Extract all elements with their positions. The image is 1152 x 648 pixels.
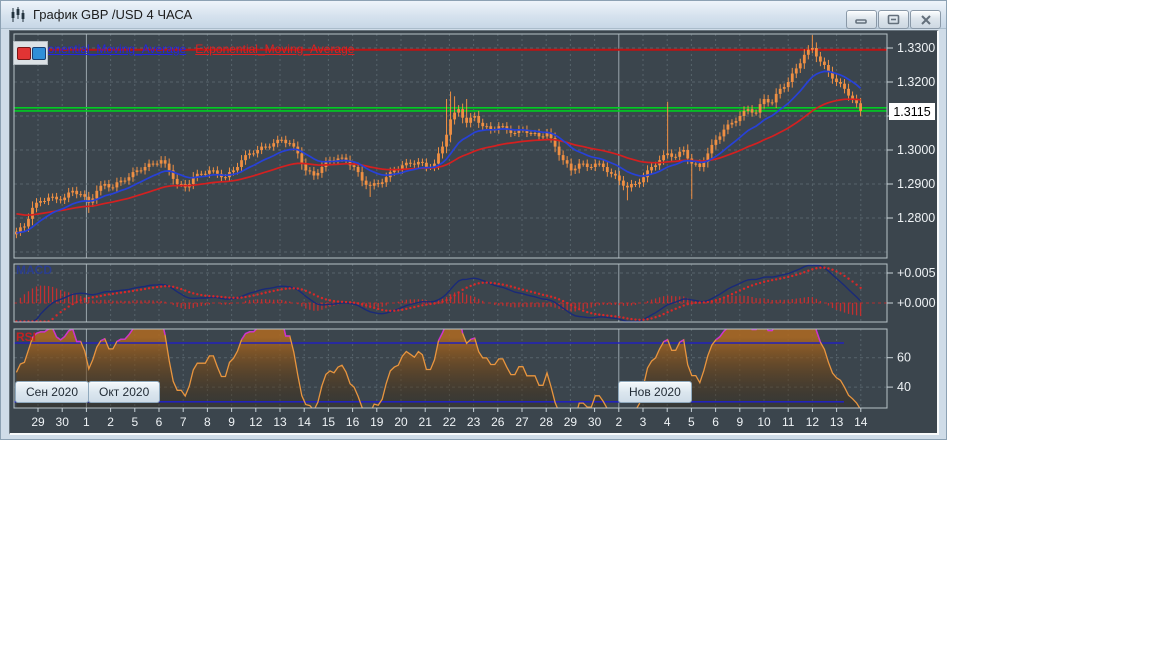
svg-text:1.3300: 1.3300	[897, 41, 935, 55]
svg-text:14: 14	[854, 415, 868, 429]
red-swatch-icon[interactable]	[17, 47, 31, 60]
svg-text:5: 5	[131, 415, 138, 429]
svg-text:13: 13	[830, 415, 844, 429]
svg-text:29: 29	[564, 415, 578, 429]
svg-text:4: 4	[664, 415, 671, 429]
svg-text:40: 40	[897, 380, 911, 394]
candlestick-chart-icon	[9, 6, 27, 24]
svg-text:14: 14	[298, 415, 312, 429]
svg-text:9: 9	[228, 415, 235, 429]
macd-panel-label: MACD	[16, 263, 52, 277]
maximize-button[interactable]	[878, 10, 909, 29]
chart-canvas[interactable]: 1.33001.32001.31001.30001.29001.2800+0.0…	[9, 30, 939, 435]
svg-text:1.3200: 1.3200	[897, 75, 935, 89]
month-button-sep-2020[interactable]: Сен 2020	[15, 381, 89, 403]
rsi-panel-label: RSI	[16, 330, 36, 344]
desktop: График GBP /USD 4 ЧАСА 1.33001.32001.310…	[0, 0, 1152, 648]
svg-text:+0.005: +0.005	[897, 266, 936, 280]
svg-text:9: 9	[736, 415, 743, 429]
candles-layer	[15, 35, 862, 238]
svg-text:1.2900: 1.2900	[897, 177, 935, 191]
svg-text:12: 12	[249, 415, 263, 429]
svg-text:15: 15	[322, 415, 336, 429]
svg-text:8: 8	[204, 415, 211, 429]
svg-text:2: 2	[107, 415, 114, 429]
svg-text:13: 13	[273, 415, 287, 429]
svg-text:10: 10	[757, 415, 771, 429]
svg-text:1: 1	[83, 415, 90, 429]
month-button-okt-2020[interactable]: Окт 2020	[88, 381, 160, 403]
price-panel-layers	[14, 35, 887, 238]
close-button[interactable]	[910, 10, 941, 29]
chart-svg: 1.33001.32001.31001.30001.29001.2800+0.0…	[10, 31, 937, 433]
macd-panel-layers	[15, 266, 862, 323]
window-title: График GBP /USD 4 ЧАСА	[33, 7, 192, 22]
svg-text:30: 30	[588, 415, 602, 429]
indicator-legend: Exponential_Moving_Average Exponential_M…	[27, 42, 354, 56]
svg-text:30: 30	[56, 415, 70, 429]
svg-text:20: 20	[394, 415, 408, 429]
svg-text:6: 6	[156, 415, 163, 429]
rsi-area-fill	[16, 308, 860, 424]
maximize-icon	[887, 14, 900, 25]
svg-text:6: 6	[712, 415, 719, 429]
indicator-color-picker[interactable]	[13, 41, 48, 65]
svg-text:7: 7	[180, 415, 187, 429]
svg-text:+0.000: +0.000	[897, 296, 936, 310]
chart-window: График GBP /USD 4 ЧАСА 1.33001.32001.310…	[0, 0, 947, 440]
svg-text:2: 2	[615, 415, 622, 429]
svg-text:29: 29	[31, 415, 45, 429]
svg-text:23: 23	[467, 415, 481, 429]
svg-text:12: 12	[806, 415, 820, 429]
rsi-panel-layers	[14, 308, 861, 424]
minimize-button[interactable]	[846, 10, 877, 29]
svg-text:21: 21	[419, 415, 433, 429]
svg-text:3: 3	[640, 415, 647, 429]
svg-text:26: 26	[491, 415, 505, 429]
svg-text:19: 19	[370, 415, 384, 429]
svg-text:27: 27	[515, 415, 529, 429]
ema-slow-legend-label[interactable]: Exponential_Moving_Average	[195, 42, 354, 56]
blue-swatch-icon[interactable]	[32, 47, 46, 60]
svg-text:5: 5	[688, 415, 695, 429]
svg-text:16: 16	[346, 415, 360, 429]
minimize-icon	[855, 15, 868, 24]
svg-text:1.2800: 1.2800	[897, 211, 935, 225]
close-icon	[920, 15, 932, 25]
month-button-nov-2020[interactable]: Нов 2020	[618, 381, 692, 403]
title-bar[interactable]: График GBP /USD 4 ЧАСА	[1, 1, 946, 29]
svg-text:60: 60	[897, 351, 911, 365]
svg-text:11: 11	[782, 415, 795, 429]
current-price-label: 1.3115	[889, 103, 935, 120]
svg-text:1.3000: 1.3000	[897, 143, 935, 157]
macd-line	[16, 266, 860, 322]
svg-text:28: 28	[540, 415, 554, 429]
svg-text:22: 22	[443, 415, 457, 429]
ema-fast-legend-label[interactable]: Exponential_Moving_Average	[27, 42, 186, 56]
